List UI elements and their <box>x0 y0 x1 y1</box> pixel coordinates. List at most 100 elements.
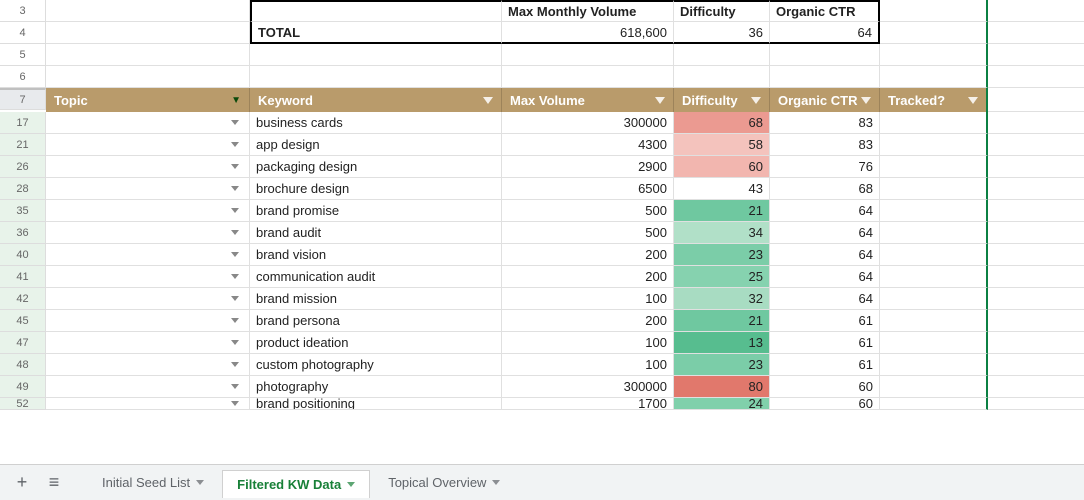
cell-empty[interactable] <box>988 244 1084 266</box>
filter-icon[interactable] <box>861 97 871 104</box>
cell-empty[interactable] <box>46 0 250 22</box>
difficulty-cell[interactable]: 80 <box>674 376 770 398</box>
filter-icon[interactable] <box>483 97 493 104</box>
keyword-cell[interactable]: brochure design <box>250 178 502 200</box>
cell-empty[interactable] <box>880 44 988 66</box>
summary-total-label[interactable]: TOTAL <box>250 22 502 44</box>
dropdown-arrow-icon[interactable] <box>231 230 239 235</box>
topic-cell[interactable] <box>46 310 250 332</box>
cell-empty[interactable] <box>674 66 770 88</box>
col-header-difficulty[interactable]: Difficulty <box>674 88 770 112</box>
dropdown-arrow-icon[interactable] <box>231 164 239 169</box>
keyword-cell[interactable]: app design <box>250 134 502 156</box>
maxvol-cell[interactable]: 500 <box>502 200 674 222</box>
tracked-cell[interactable] <box>880 156 988 178</box>
row-header[interactable]: 21 <box>0 134 46 156</box>
tracked-cell[interactable] <box>880 244 988 266</box>
ctr-cell[interactable]: 64 <box>770 222 880 244</box>
difficulty-cell[interactable]: 60 <box>674 156 770 178</box>
dropdown-arrow-icon[interactable] <box>231 318 239 323</box>
summary-total-difficulty[interactable]: 36 <box>674 22 770 44</box>
keyword-cell[interactable]: brand positioning <box>250 398 502 410</box>
keyword-cell[interactable]: business cards <box>250 112 502 134</box>
difficulty-cell[interactable]: 23 <box>674 354 770 376</box>
keyword-cell[interactable]: packaging design <box>250 156 502 178</box>
tracked-cell[interactable] <box>880 200 988 222</box>
cell-empty[interactable] <box>988 332 1084 354</box>
tracked-cell[interactable] <box>880 178 988 200</box>
dropdown-arrow-icon[interactable] <box>231 384 239 389</box>
maxvol-cell[interactable]: 200 <box>502 310 674 332</box>
keyword-cell[interactable]: brand promise <box>250 200 502 222</box>
dropdown-arrow-icon[interactable] <box>231 142 239 147</box>
row-header[interactable]: 45 <box>0 310 46 332</box>
difficulty-cell[interactable]: 23 <box>674 244 770 266</box>
cell-empty[interactable] <box>988 222 1084 244</box>
maxvol-cell[interactable]: 4300 <box>502 134 674 156</box>
cell-empty[interactable] <box>770 44 880 66</box>
topic-cell[interactable] <box>46 244 250 266</box>
topic-cell[interactable] <box>46 156 250 178</box>
maxvol-cell[interactable]: 300000 <box>502 376 674 398</box>
difficulty-cell[interactable]: 32 <box>674 288 770 310</box>
tracked-cell[interactable] <box>880 332 988 354</box>
cell-empty[interactable] <box>988 354 1084 376</box>
difficulty-cell[interactable]: 68 <box>674 112 770 134</box>
topic-cell[interactable] <box>46 200 250 222</box>
keyword-cell[interactable]: brand vision <box>250 244 502 266</box>
dropdown-arrow-icon[interactable] <box>231 362 239 367</box>
filter-funnel-icon[interactable]: ▼ <box>231 95 241 106</box>
tracked-cell[interactable] <box>880 134 988 156</box>
row-header[interactable]: 5 <box>0 44 46 66</box>
difficulty-cell[interactable]: 58 <box>674 134 770 156</box>
row-header[interactable]: 42 <box>0 288 46 310</box>
maxvol-cell[interactable]: 100 <box>502 354 674 376</box>
col-header-topic[interactable]: Topic ▼ <box>46 88 250 112</box>
dropdown-arrow-icon[interactable] <box>231 252 239 257</box>
keyword-cell[interactable]: communication audit <box>250 266 502 288</box>
summary-header-ctr[interactable]: Organic CTR <box>770 0 880 22</box>
ctr-cell[interactable]: 60 <box>770 376 880 398</box>
cell-empty[interactable] <box>880 22 988 44</box>
difficulty-cell[interactable]: 21 <box>674 310 770 332</box>
cell-empty[interactable] <box>988 66 1084 88</box>
ctr-cell[interactable]: 60 <box>770 398 880 410</box>
row-header[interactable]: 41 <box>0 266 46 288</box>
row-header[interactable]: 4 <box>0 22 46 44</box>
all-sheets-button[interactable]: ≡ <box>40 469 68 497</box>
maxvol-cell[interactable]: 300000 <box>502 112 674 134</box>
ctr-cell[interactable]: 61 <box>770 354 880 376</box>
keyword-cell[interactable]: custom photography <box>250 354 502 376</box>
difficulty-cell[interactable]: 43 <box>674 178 770 200</box>
ctr-cell[interactable]: 61 <box>770 332 880 354</box>
maxvol-cell[interactable]: 100 <box>502 332 674 354</box>
cell-empty[interactable] <box>988 44 1084 66</box>
row-header[interactable]: 3 <box>0 0 46 22</box>
keyword-cell[interactable]: brand audit <box>250 222 502 244</box>
ctr-cell[interactable]: 83 <box>770 112 880 134</box>
cell-empty[interactable] <box>502 66 674 88</box>
row-header[interactable]: 48 <box>0 354 46 376</box>
topic-cell[interactable] <box>46 376 250 398</box>
topic-cell[interactable] <box>46 112 250 134</box>
summary-header-maxvol[interactable]: Max Monthly Volume <box>502 0 674 22</box>
topic-cell[interactable] <box>46 332 250 354</box>
row-header[interactable]: 40 <box>0 244 46 266</box>
ctr-cell[interactable]: 64 <box>770 244 880 266</box>
keyword-cell[interactable]: brand persona <box>250 310 502 332</box>
ctr-cell[interactable]: 64 <box>770 266 880 288</box>
cell-empty[interactable] <box>988 310 1084 332</box>
tab-topical-overview[interactable]: Topical Overview <box>374 469 514 497</box>
row-header[interactable]: 6 <box>0 66 46 88</box>
ctr-cell[interactable]: 68 <box>770 178 880 200</box>
row-header[interactable]: 17 <box>0 112 46 134</box>
row-header[interactable]: 7 <box>0 88 46 110</box>
tracked-cell[interactable] <box>880 112 988 134</box>
cell-empty[interactable] <box>988 178 1084 200</box>
summary-header-difficulty[interactable]: Difficulty <box>674 0 770 22</box>
maxvol-cell[interactable]: 200 <box>502 266 674 288</box>
dropdown-arrow-icon[interactable] <box>231 208 239 213</box>
cell-empty[interactable] <box>988 398 1084 410</box>
cell-empty[interactable] <box>46 44 250 66</box>
tracked-cell[interactable] <box>880 376 988 398</box>
